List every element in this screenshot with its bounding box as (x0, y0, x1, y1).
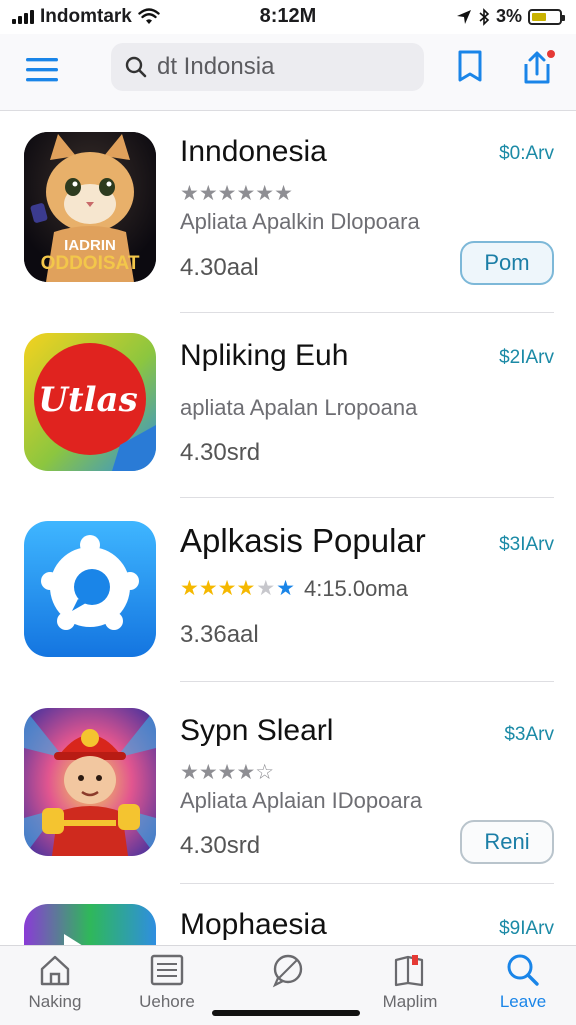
rating-star-accent: ★ (276, 577, 295, 600)
app-price: $3IArv (499, 534, 554, 555)
tab-uehore[interactable]: Uehore (117, 952, 217, 1022)
chat-icon (272, 954, 303, 988)
cat-game-icon[interactable]: IADRIN ODDOISAT (24, 132, 156, 282)
list-item[interactable]: Mophaesia $9IArv (0, 884, 576, 945)
status-right: 3% (456, 6, 565, 27)
list-item[interactable]: IADRIN ODDOISAT Inndonesia $0:Arv ★★★★★★… (0, 111, 576, 311)
star-rating: ★★★★☆ (180, 760, 274, 785)
play-icon[interactable] (24, 904, 156, 945)
menu-button[interactable] (24, 52, 60, 88)
chat-bubble-icon[interactable] (24, 521, 156, 657)
bluetooth-icon (479, 7, 490, 26)
navigation-bar: dt Indonsia (0, 34, 576, 111)
star-rating: ★★★★★★ (180, 181, 293, 206)
search-query: dt Indonsia (157, 53, 275, 80)
app-name: Npliking Euh (180, 339, 349, 372)
share-icon (524, 50, 555, 84)
list-item[interactable]: Sypn Slearl $3Arv ★★★★☆ Apliata Aplaian … (0, 682, 576, 882)
get-button[interactable]: Reni (460, 820, 554, 864)
battery-percent: 3% (495, 6, 522, 26)
search-field[interactable]: dt Indonsia (111, 43, 424, 91)
tab-maplim[interactable]: Maplim (360, 952, 460, 1022)
app-name: Sypn Slearl (180, 714, 334, 747)
app-subtitle: apliata Apalan Lropoana (180, 395, 418, 420)
app-price: $9IArv (499, 918, 554, 939)
app-price: $3Arv (504, 724, 554, 745)
tab-label: Naking (28, 992, 82, 1011)
app-meta: 4.30srd (180, 439, 261, 466)
tab-label: Uehore (139, 992, 195, 1011)
list-item[interactable]: Aplkasis Popular $3IArv ★★★★ ★ ★ 4:15.0oma… (0, 498, 576, 680)
battery-icon (528, 8, 565, 25)
search-icon (125, 56, 147, 78)
hamburger-icon (26, 58, 58, 82)
book-icon (394, 955, 424, 987)
tab-label: Leave (499, 992, 547, 1011)
app-meta: 4.30srd (180, 832, 261, 859)
search-icon (507, 954, 539, 986)
app-name: Aplkasis Popular (180, 522, 426, 559)
rating-star-empty: ★ (256, 577, 276, 600)
app-name: Mophaesia (180, 908, 327, 941)
tab-naking[interactable]: Naking (5, 952, 105, 1022)
rating-stars-filled: ★★★★ (180, 577, 256, 600)
red-logo-icon[interactable]: Utlas (24, 333, 156, 471)
app-subtitle: Apliata Aplaian IDopoara (180, 788, 423, 813)
app-subtitle: Apliata Apalkin Dlopoara (180, 209, 420, 234)
rating-count: 4:15.0oma (303, 576, 408, 601)
tab-leave[interactable]: Leave (473, 952, 573, 1022)
list-item[interactable]: Utlas Npliking Euh $2IArv apliata Apalan… (0, 313, 576, 499)
status-bar: Indomtark 8:12M 3% (0, 0, 576, 34)
bookmark-button[interactable] (454, 48, 490, 88)
app-price: $2IArv (499, 347, 554, 368)
app-price: $0:Arv (499, 143, 554, 164)
home-indicator[interactable] (212, 1010, 360, 1016)
icon-text-top: IADRIN (64, 237, 116, 254)
icon-text: Utlas (38, 380, 137, 420)
tab-label: Maplim (382, 992, 438, 1011)
app-name: Inndonesia (180, 135, 327, 168)
rating-stars: ★★★★★★ (180, 182, 293, 205)
home-icon (40, 955, 70, 986)
app-meta: 4.30aal (180, 254, 259, 281)
rating-stars: ★★★★☆ (180, 761, 275, 784)
star-rating: ★★★★ ★ ★ 4:15.0oma (180, 576, 408, 602)
firefighter-icon[interactable] (24, 708, 156, 856)
app-list: IADRIN ODDOISAT Inndonesia $0:Arv ★★★★★★… (0, 111, 576, 945)
bookmark-icon (458, 50, 482, 82)
list-icon (150, 954, 184, 986)
get-button[interactable]: Pom (460, 241, 554, 285)
share-button[interactable] (518, 48, 555, 88)
location-arrow-icon (456, 9, 471, 24)
icon-text-bottom: ODDOISAT (41, 253, 140, 274)
app-meta: 3.36aal (180, 621, 259, 648)
